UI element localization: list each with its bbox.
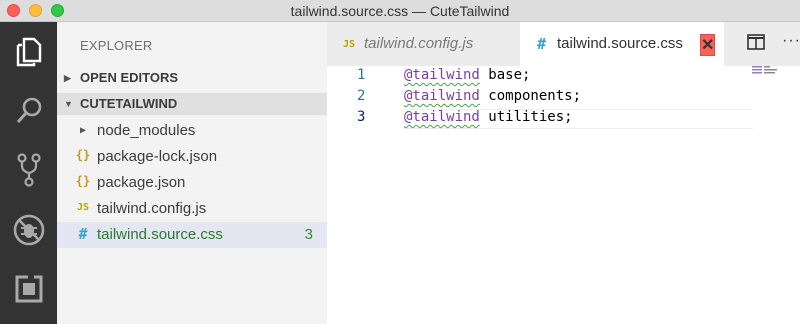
project-label: CUTETAILWIND — [80, 96, 178, 111]
activity-bar — [0, 22, 57, 324]
rule-value: utilities; — [479, 109, 573, 125]
chevron-down-icon: ▼ — [64, 99, 73, 109]
file-tree-item-package-lock[interactable]: {} package-lock.json — [57, 144, 327, 170]
tab-tailwind-source[interactable]: # tailwind.source.css ✕ — [520, 22, 724, 66]
file-tree-item-node-modules[interactable]: ▶ node_modules — [57, 118, 327, 144]
rule-value: base; — [479, 67, 531, 83]
line-number: 2 — [357, 88, 366, 104]
file-name: package-lock.json — [97, 148, 218, 165]
chevron-right-icon: ▶ — [79, 125, 87, 136]
line-code: @tailwind components; — [404, 88, 581, 104]
file-name: tailwind.config.js — [97, 200, 207, 217]
split-editor-icon[interactable] — [747, 34, 769, 54]
line-code: @tailwind base; — [404, 67, 530, 83]
code-line[interactable]: 1 @tailwind base; — [327, 66, 800, 87]
sidebar-title: EXPLORER — [80, 38, 153, 53]
tab-label: tailwind.config.js — [364, 35, 474, 52]
line-code: @tailwind utilities; — [404, 109, 573, 125]
js-icon: JS — [76, 202, 90, 213]
at-rule-token: @tailwind — [404, 109, 480, 125]
title-bar: tailwind.source.css — CuteTailwind — [0, 0, 800, 22]
close-icon[interactable]: ✕ — [700, 34, 716, 56]
js-icon: JS — [343, 39, 356, 50]
editor-tab-bar: JS tailwind.config.js # tailwind.source.… — [327, 22, 800, 66]
css-icon: # — [537, 35, 547, 53]
open-editors-label: OPEN EDITORS — [80, 70, 179, 85]
tab-label: tailwind.source.css — [557, 35, 683, 52]
explorer-sidebar: EXPLORER ▶ OPEN EDITORS ▼ CUTETAILWIND ▶… — [57, 22, 327, 324]
file-name: package.json — [97, 174, 186, 191]
project-section[interactable]: ▼ CUTETAILWIND — [57, 93, 327, 115]
file-tree-item-package-json[interactable]: {} package.json — [57, 170, 327, 196]
chevron-right-icon: ▶ — [64, 73, 71, 83]
window-title: tailwind.source.css — CuteTailwind — [290, 3, 510, 19]
tab-tailwind-config[interactable]: JS tailwind.config.js — [327, 22, 520, 66]
search-icon[interactable] — [0, 89, 57, 133]
json-icon: {} — [75, 174, 91, 188]
open-editors-section[interactable]: ▶ OPEN EDITORS — [57, 67, 327, 89]
files-icon[interactable] — [0, 30, 57, 74]
line-number: 1 — [357, 67, 366, 83]
file-tree-item-tailwind-config[interactable]: JS tailwind.config.js — [57, 196, 327, 222]
line-number: 3 — [357, 109, 366, 125]
extensions-icon[interactable] — [0, 267, 57, 311]
json-icon: {} — [75, 148, 91, 162]
debug-icon[interactable] — [0, 208, 57, 252]
code-line[interactable]: 2 @tailwind components; — [327, 87, 800, 108]
rule-value: components; — [479, 88, 582, 104]
at-rule-token: @tailwind — [404, 88, 480, 104]
file-name: node_modules — [97, 122, 196, 139]
more-actions-icon[interactable]: ··· — [782, 32, 800, 52]
code-line[interactable]: 3 @tailwind utilities; — [327, 108, 800, 129]
file-name: tailwind.source.css — [97, 226, 223, 243]
css-icon: # — [78, 225, 88, 243]
code-editor[interactable]: 1 @tailwind base; 2 @tailwind components… — [327, 66, 800, 324]
file-tree-item-tailwind-source[interactable]: # tailwind.source.css 3 — [57, 222, 327, 248]
source-control-icon[interactable] — [0, 148, 57, 192]
problems-badge: 3 — [304, 226, 313, 243]
at-rule-token: @tailwind — [404, 67, 480, 83]
